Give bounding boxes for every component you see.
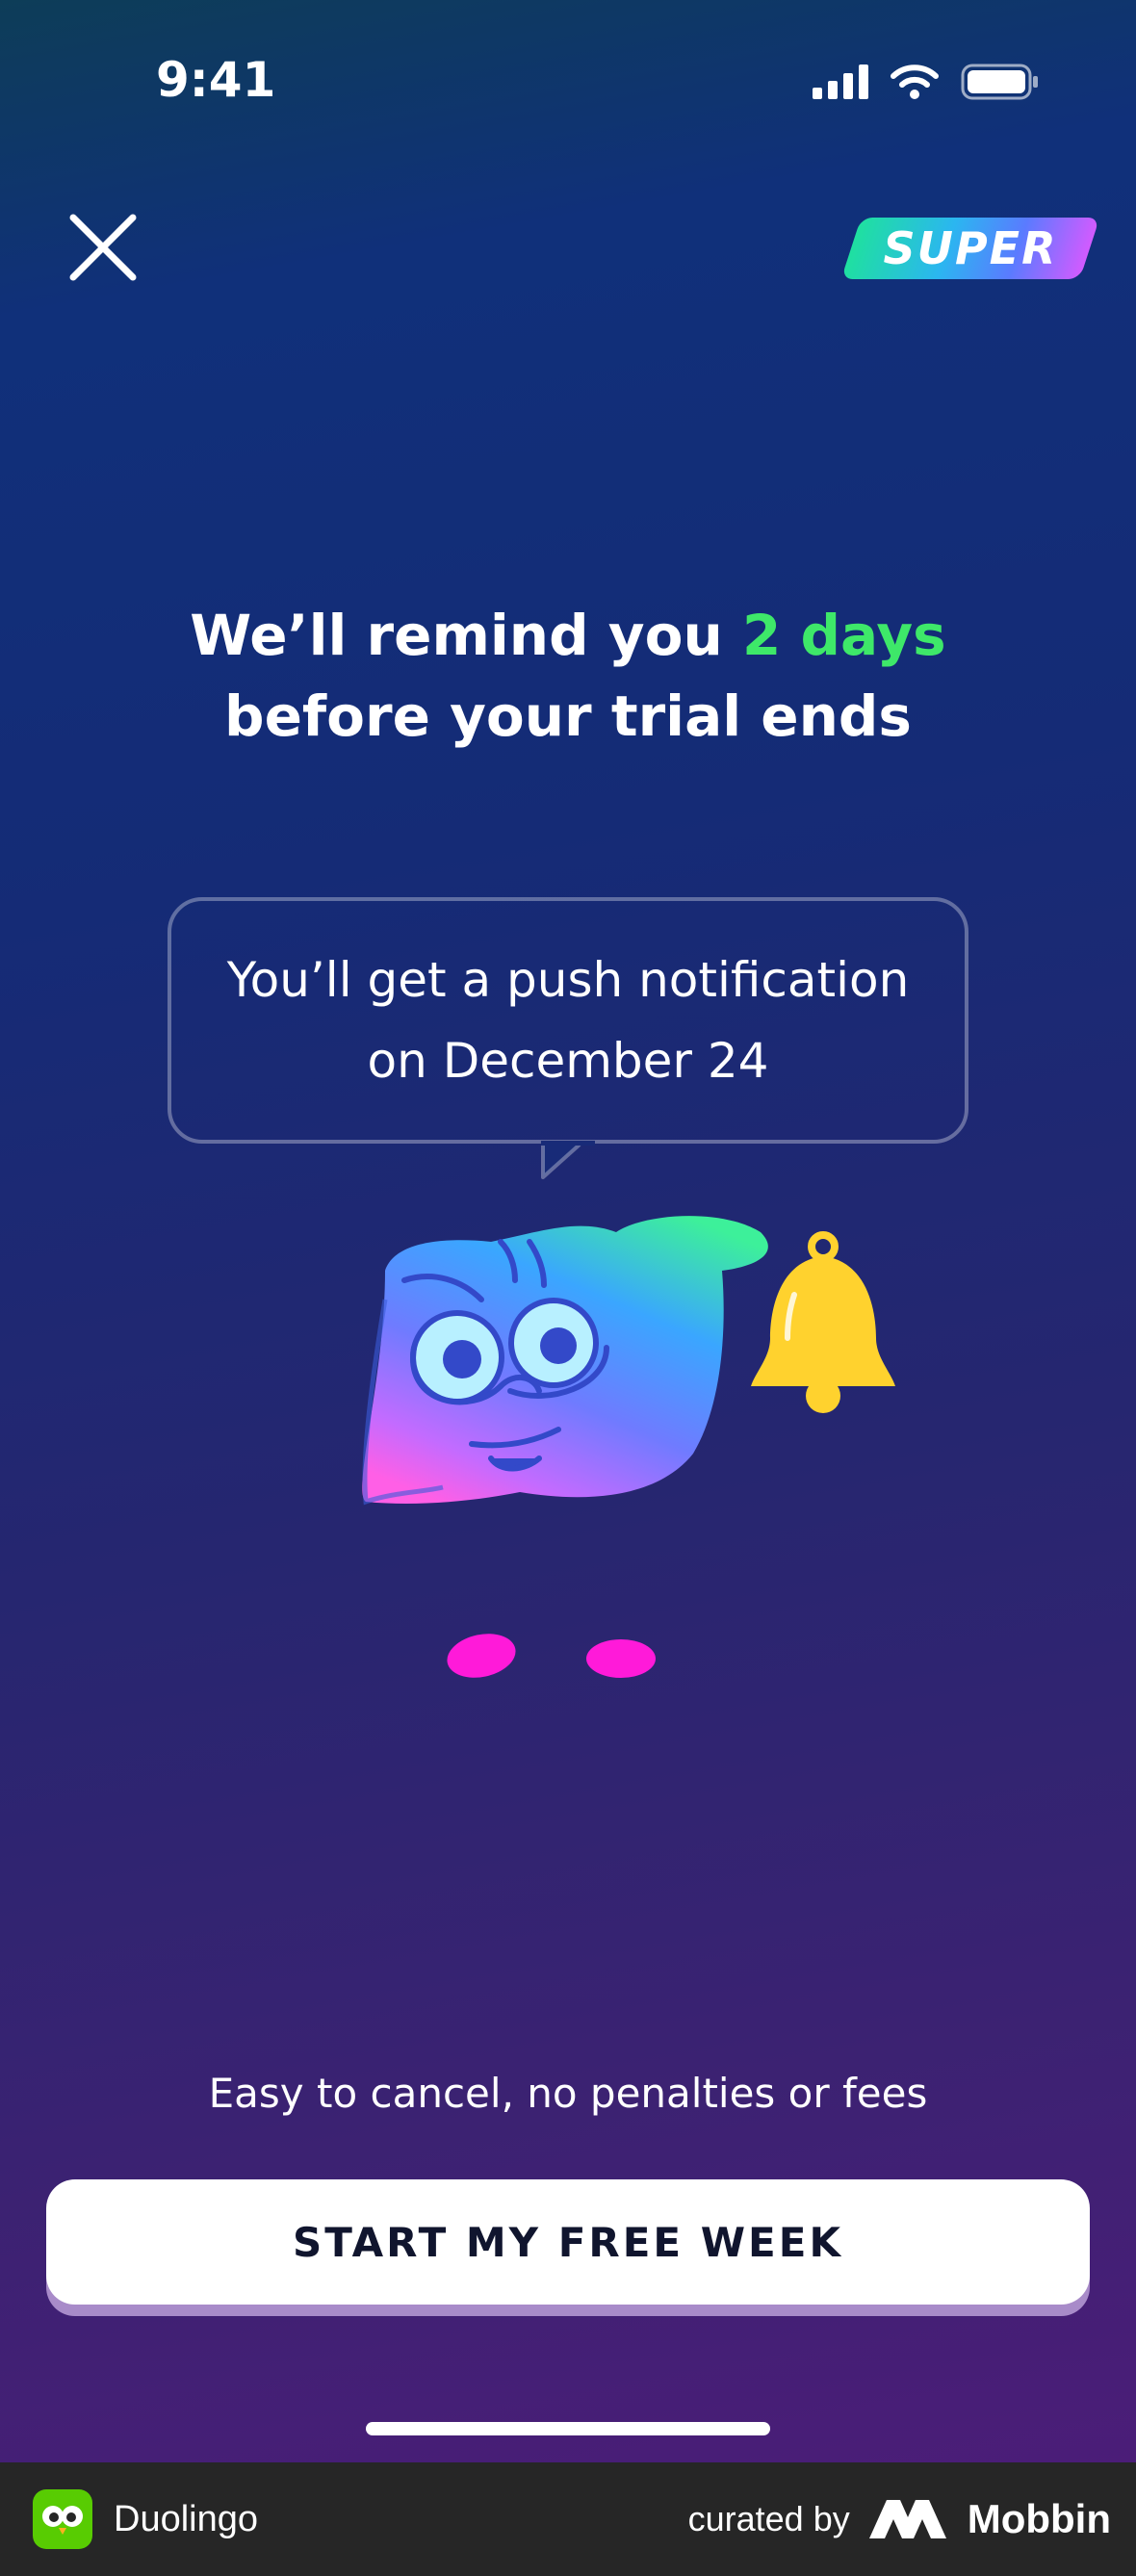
battery-icon <box>961 64 1038 100</box>
curated-by-label: curated by <box>687 2499 850 2538</box>
status-icons <box>813 64 1040 100</box>
status-time: 9:41 <box>156 52 276 108</box>
footer-credit: curated by Mobbin <box>688 2496 1111 2542</box>
speech-bubble-tail <box>541 1141 595 1179</box>
start-free-week-button[interactable]: START MY FREE WEEK <box>46 2179 1090 2305</box>
mascot-illustration <box>362 1216 895 1678</box>
duolingo-app-icon <box>33 2489 92 2549</box>
headline: We’ll remind you 2 days before your tria… <box>77 595 1059 757</box>
headline-accent: 2 days <box>741 603 946 668</box>
signal-icon <box>813 64 868 99</box>
attribution-footer: Duolingo curated by Mobbin <box>0 2462 1136 2576</box>
screen: 9:41 SUPER We’ll remind you 2 days befor… <box>0 0 1136 2462</box>
footer-app: Duolingo <box>33 2489 258 2549</box>
bell-icon <box>751 1231 895 1413</box>
super-badge: SUPER <box>840 218 1100 279</box>
headline-part1: We’ll remind you <box>190 603 742 668</box>
app-name: Duolingo <box>114 2498 258 2539</box>
owl-icon <box>42 2506 83 2535</box>
bubble-line2: on December 24 <box>367 1033 769 1089</box>
close-icon <box>69 214 137 281</box>
wifi-icon <box>891 64 939 99</box>
mobbin-brand: Mobbin <box>868 2496 1111 2542</box>
headline-part2: before your trial ends <box>224 683 912 749</box>
bubble-line1: You’ll get a push notification <box>226 952 910 1008</box>
mobbin-name: Mobbin <box>967 2496 1111 2541</box>
cancel-note: Easy to cancel, no penalties or fees <box>208 2070 928 2117</box>
mobbin-logo-icon <box>868 2500 946 2538</box>
home-indicator <box>366 2422 770 2435</box>
close-button[interactable] <box>60 204 146 291</box>
super-badge-label: SUPER <box>883 222 1058 274</box>
mascot-feet <box>447 1634 656 1678</box>
speech-bubble: You’ll get a push notification on Decemb… <box>168 897 968 1144</box>
